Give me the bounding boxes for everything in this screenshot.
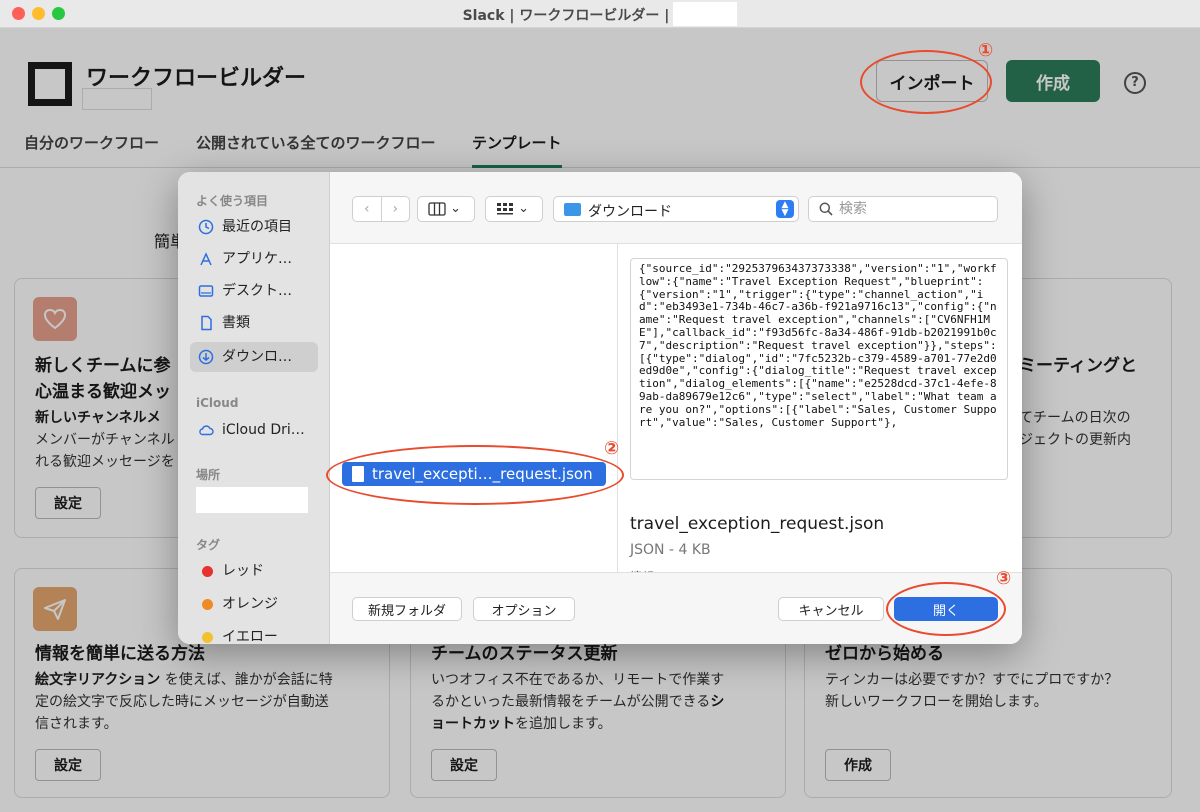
group-button[interactable]: ⌄ <box>485 196 543 222</box>
sidebar-item-label: レッド <box>222 563 264 579</box>
preview-pane: {"source_id":"292537963437373338","versi… <box>618 244 1022 572</box>
window-title-text: Slack | ワークフロービルダー | <box>462 8 670 24</box>
new-folder-button[interactable]: 新規フォルダ <box>352 597 462 621</box>
annotation-number: ① <box>978 40 994 61</box>
annotation-ring <box>326 445 624 505</box>
sidebar-item-label: 書類 <box>222 315 250 331</box>
file-open-dialog: よく使う項目 最近の項目 アプリケ… デスクト… 書類 ダウンロ… iCloud… <box>178 172 1022 644</box>
columns-icon <box>428 201 446 216</box>
document-icon <box>201 315 212 331</box>
window-titlebar: Slack | ワークフロービルダー | <box>0 0 1200 28</box>
sidebar-item-label: アプリケ… <box>222 251 292 267</box>
red-tag-dot-icon <box>202 566 213 577</box>
cloud-icon <box>199 425 214 436</box>
orange-tag-dot-icon <box>202 599 213 610</box>
sidebar-item-desktop[interactable]: デスクト… <box>190 276 318 306</box>
chevron-down-icon: ⌄ <box>450 201 462 216</box>
places-header: 場所 <box>196 468 221 482</box>
file-column: travel_excepti…_request.json <box>330 244 618 572</box>
sidebar-item-recents[interactable]: 最近の項目 <box>190 212 318 242</box>
chevron-down-icon: ⌄ <box>518 201 530 216</box>
annotation-ring <box>860 50 992 114</box>
json-preview: {"source_id":"292537963437373338","versi… <box>630 258 1008 480</box>
applications-icon <box>200 252 212 266</box>
sidebar-tag-yellow[interactable]: イエロー <box>190 622 318 644</box>
sidebar-item-label: オレンジ <box>222 596 278 612</box>
history-nav: ‹ › <box>352 196 410 222</box>
sidebar-tag-orange[interactable]: オレンジ <box>190 589 318 619</box>
tags-header: タグ <box>196 538 221 552</box>
clock-icon <box>198 219 214 235</box>
location-popup[interactable]: ダウンロード ▲ ▼ <box>553 196 799 222</box>
annotation-number: ③ <box>996 568 1012 589</box>
dialog-sidebar: よく使う項目 最近の項目 アプリケ… デスクト… 書類 ダウンロ… iCloud… <box>178 172 330 644</box>
preview-filename: travel_exception_request.json <box>630 514 885 534</box>
column-view-button[interactable]: ⌄ <box>417 196 475 222</box>
preview-file-info: JSON - 4 KB <box>630 542 711 558</box>
folder-icon <box>564 203 581 216</box>
window-title: Slack | ワークフロービルダー | <box>0 2 1200 26</box>
sidebar-item-applications[interactable]: アプリケ… <box>190 244 318 274</box>
search-input[interactable] <box>839 200 989 218</box>
options-button[interactable]: オプション <box>473 597 575 621</box>
annotation-ring <box>886 582 1006 636</box>
sidebar-item-label: デスクト… <box>222 283 292 299</box>
download-icon <box>198 349 214 365</box>
search-icon <box>819 202 833 216</box>
sidebar-item-downloads[interactable]: ダウンロ… <box>190 342 318 372</box>
forward-button[interactable]: › <box>380 197 410 221</box>
sidebar-item-documents[interactable]: 書類 <box>190 308 318 338</box>
back-button[interactable]: ‹ <box>353 197 381 221</box>
sidebar-item-icloud-drive[interactable]: iCloud Dri… <box>190 415 318 445</box>
desktop-icon <box>198 285 214 297</box>
favorites-header: よく使う項目 <box>196 194 269 208</box>
yellow-tag-dot-icon <box>202 632 213 643</box>
search-field[interactable] <box>808 196 998 222</box>
icloud-header: iCloud <box>196 396 239 410</box>
cancel-button[interactable]: キャンセル <box>778 597 884 621</box>
sidebar-item-label: イエロー <box>222 629 278 644</box>
location-label: ダウンロード <box>588 204 672 220</box>
redacted-area <box>196 487 308 513</box>
sidebar-tag-red[interactable]: レッド <box>190 556 318 586</box>
up-down-chevron-icon: ▲ ▼ <box>776 200 794 218</box>
grid-icon <box>497 202 513 214</box>
redacted-area <box>673 2 738 26</box>
dialog-toolbar: ‹ › ⌄ ⌄ ダウンロード ▲ ▼ <box>330 172 1022 244</box>
sidebar-item-label: ダウンロ… <box>222 349 292 365</box>
sidebar-item-label: iCloud Dri… <box>222 422 305 438</box>
annotation-number: ② <box>604 438 620 459</box>
sidebar-item-label: 最近の項目 <box>222 219 292 235</box>
